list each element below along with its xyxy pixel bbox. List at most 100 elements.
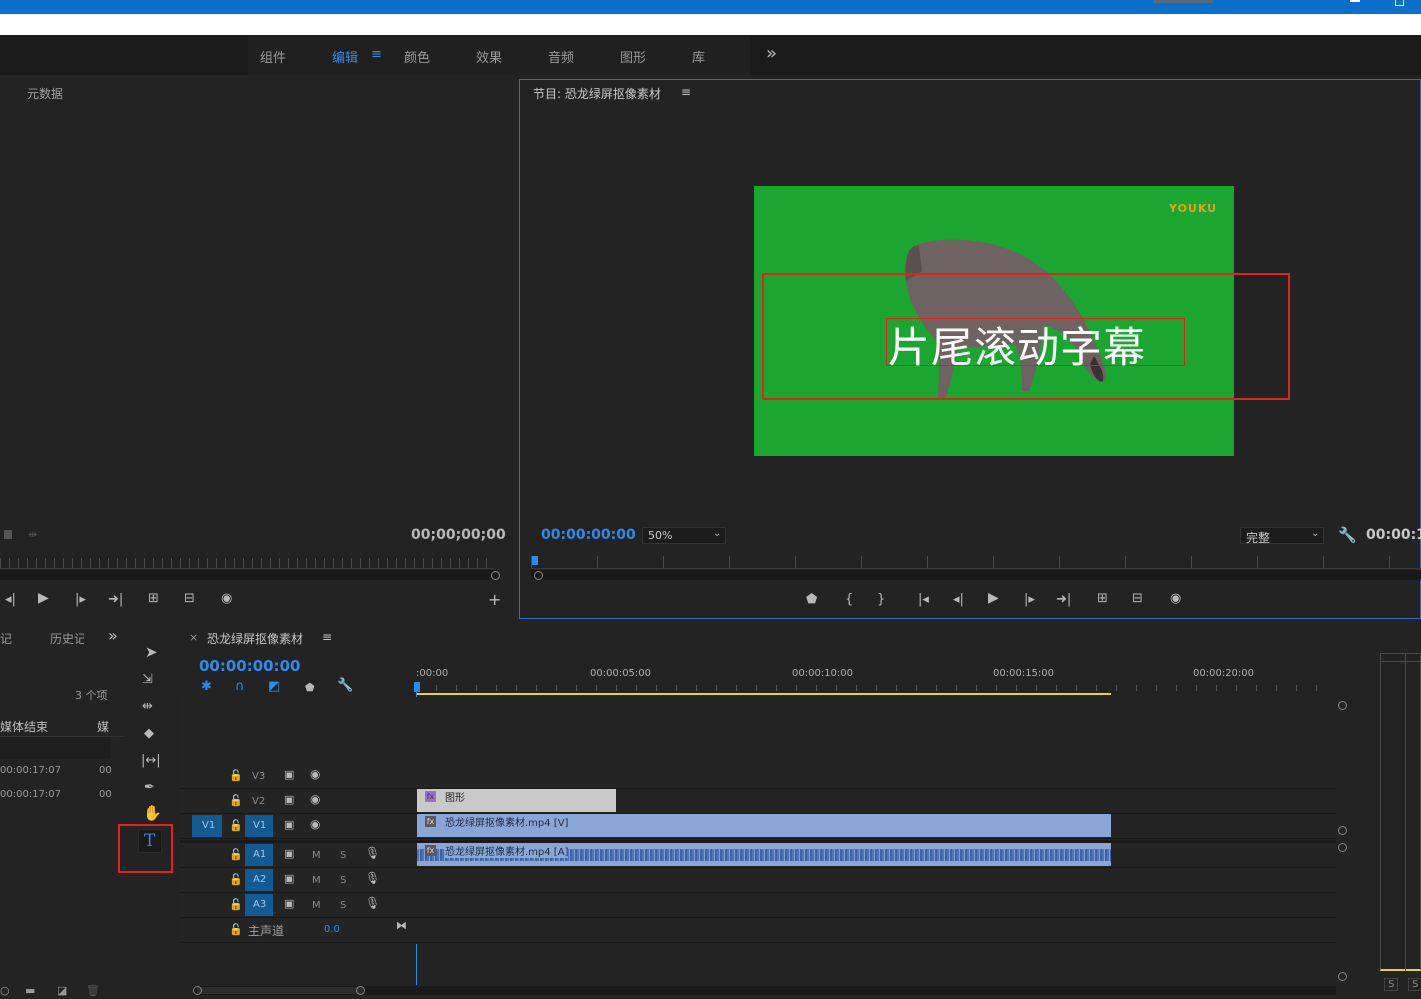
source-step-forward-icon[interactable]: |▸ (75, 593, 86, 606)
project-row-2-end[interactable]: 00:00:17:07 (0, 789, 61, 800)
go-to-in-icon[interactable]: |◂ (918, 593, 929, 606)
v1-sync-icon[interactable]: ▣ (284, 818, 294, 831)
v2-eye-icon[interactable]: ◉ (310, 793, 320, 806)
razor-tool-icon[interactable]: ◆ (144, 727, 154, 740)
new-bin-icon[interactable]: ▬ (25, 984, 35, 997)
workspace-tab-assembly[interactable]: 组件 (260, 47, 286, 66)
source-go-to-out-icon[interactable]: ➜| (108, 593, 123, 606)
quality-select[interactable]: 完整 ⌄ (1240, 527, 1324, 545)
col-media[interactable]: 媒 (97, 718, 109, 735)
v1-target[interactable]: V1 (245, 815, 273, 837)
timeline-sequence-tab[interactable]: 恐龙绿屏抠像素材 (207, 630, 303, 647)
v2-lock-icon[interactable]: 🔓 (229, 794, 243, 807)
program-settings-wrench-icon[interactable]: 🔧 (1338, 526, 1357, 544)
a3-solo-button[interactable]: S (340, 900, 346, 911)
program-export-frame-icon[interactable]: ◉ (1170, 592, 1181, 605)
track-select-tool-icon[interactable]: ⇲ (142, 673, 153, 686)
a3-target[interactable]: A3 (245, 894, 273, 916)
program-scroll-bar[interactable] (531, 570, 1421, 580)
nest-icon[interactable]: ✱ (201, 680, 212, 693)
source-scroll-handle[interactable] (491, 571, 500, 580)
add-marker-icon[interactable]: ⬟ (806, 593, 817, 606)
program-playhead[interactable] (532, 556, 538, 565)
restore-icon[interactable] (1395, 0, 1404, 6)
v3-lock-icon[interactable]: 🔓 (229, 769, 243, 782)
lift-icon[interactable]: ⊞ (1097, 592, 1108, 605)
a2-target[interactable]: A2 (245, 869, 273, 891)
timeline-menu-icon[interactable]: ≡ (322, 630, 332, 644)
mark-in-icon[interactable]: { (845, 593, 853, 606)
timeline-v-scroll-handle-mid2[interactable] (1338, 843, 1347, 852)
a3-mute-button[interactable]: M (312, 900, 321, 911)
mark-out-icon[interactable]: } (877, 593, 885, 606)
v3-eye-icon[interactable]: ◉ (310, 768, 320, 781)
audio-clip[interactable]: fx 恐龙绿屏抠像素材.mp4 [A] (417, 843, 1111, 866)
master-volume[interactable]: 0.0 (324, 924, 340, 935)
timeline-v-scroll-handle-top[interactable] (1338, 701, 1347, 710)
program-play-icon[interactable]: ▶ (988, 591, 999, 605)
a1-target[interactable]: A1 (245, 844, 273, 866)
history-tab[interactable]: 历史记 (50, 630, 84, 647)
timeline-h-scroll-handle-left[interactable] (193, 986, 202, 995)
a3-lock-icon[interactable]: 🔓 (229, 898, 243, 911)
source-scroll-bar[interactable] (0, 570, 497, 580)
v1-lock-icon[interactable]: 🔓 (229, 819, 243, 832)
work-area-bar[interactable] (416, 693, 1111, 695)
program-timecode[interactable]: 00:00:00:00 (541, 527, 636, 543)
source-fit-icon[interactable]: ⇹ (28, 528, 37, 541)
go-to-out-icon[interactable]: ➜| (1056, 593, 1071, 606)
timeline-v-scroll-handle-bottom[interactable] (1338, 972, 1347, 981)
timeline-timecode[interactable]: 00:00:00:00 (199, 657, 301, 675)
project-row-empty[interactable] (0, 737, 110, 759)
v3-label[interactable]: V3 (252, 771, 265, 782)
timeline-playhead-handle[interactable] (414, 682, 420, 692)
meter-solo-right[interactable]: S (1408, 978, 1421, 991)
timeline-v-scroll-handle-mid1[interactable] (1338, 826, 1347, 835)
metadata-tab[interactable]: 元数据 (27, 85, 63, 102)
delete-icon[interactable]: 🗑 (86, 984, 100, 997)
a1-mic-icon[interactable]: 🎙 (365, 847, 380, 860)
list-view-icon[interactable]: ○ (0, 984, 10, 997)
workspace-tab-graphics[interactable]: 图形 (620, 47, 646, 66)
workspace-tab-color[interactable]: 颜色 (404, 47, 430, 66)
source-play-icon[interactable]: ▶ (38, 591, 49, 605)
a2-mute-button[interactable]: M (312, 875, 321, 886)
timeline-ruler[interactable]: :00:00 00:00:05:00 00:00:10:00 00:00:15:… (416, 666, 1336, 696)
a2-solo-button[interactable]: S (340, 875, 346, 886)
program-menu-icon[interactable]: ≡ (681, 85, 691, 99)
add-marker-timeline-icon[interactable]: ⬟ (305, 681, 315, 694)
timeline-settings-wrench-icon[interactable]: 🔧 (337, 679, 353, 692)
source-export-frame-icon[interactable]: ◉ (221, 592, 232, 605)
selection-tool-icon[interactable]: ➤ (145, 645, 158, 660)
pen-tool-icon[interactable]: ✒ (144, 781, 155, 794)
graphic-clip[interactable]: fx 图形 (417, 789, 616, 812)
workspace-tab-libraries[interactable]: 库 (692, 47, 705, 66)
master-lock-icon[interactable]: 🔓 (229, 923, 243, 936)
workspace-menu-icon[interactable]: ≡ (371, 47, 382, 62)
project-overflow-icon[interactable]: » (108, 626, 118, 645)
v3-sync-icon[interactable]: ▣ (284, 768, 294, 781)
program-ruler[interactable] (531, 556, 1421, 569)
timeline-h-scroll-thumb[interactable] (197, 987, 363, 994)
a1-lock-icon[interactable]: 🔓 (229, 848, 243, 861)
timeline-close-icon[interactable]: × (189, 631, 198, 644)
step-forward-icon[interactable]: |▸ (1024, 593, 1035, 606)
workspace-tab-editing[interactable]: 编辑 (332, 47, 358, 66)
linked-selection-icon[interactable]: ◩ (268, 680, 280, 693)
workspace-tab-effects[interactable]: 效果 (476, 47, 502, 66)
project-row-1-end[interactable]: 00:00:17:07 (0, 765, 61, 776)
source-step-back-icon[interactable]: ◂| (5, 593, 16, 606)
v1-eye-icon[interactable]: ◉ (310, 818, 320, 831)
a2-mic-icon[interactable]: 🎙 (365, 872, 380, 885)
a3-sync-icon[interactable]: ▣ (284, 897, 294, 910)
title-bar-button[interactable] (1153, 0, 1213, 3)
program-scroll-handle[interactable] (534, 571, 543, 580)
program-title[interactable]: 节目: 恐龙绿屏抠像素材 (533, 85, 661, 102)
step-back-icon[interactable]: ◂| (953, 593, 964, 606)
a1-sync-icon[interactable]: ▣ (284, 847, 294, 860)
meter-solo-left[interactable]: S (1384, 978, 1399, 991)
source-patch-v1[interactable]: V1 (192, 815, 222, 837)
a1-mute-button[interactable]: M (312, 850, 321, 861)
source-overwrite-icon[interactable]: ⊟ (184, 592, 195, 605)
workspace-tab-audio[interactable]: 音频 (548, 47, 574, 66)
